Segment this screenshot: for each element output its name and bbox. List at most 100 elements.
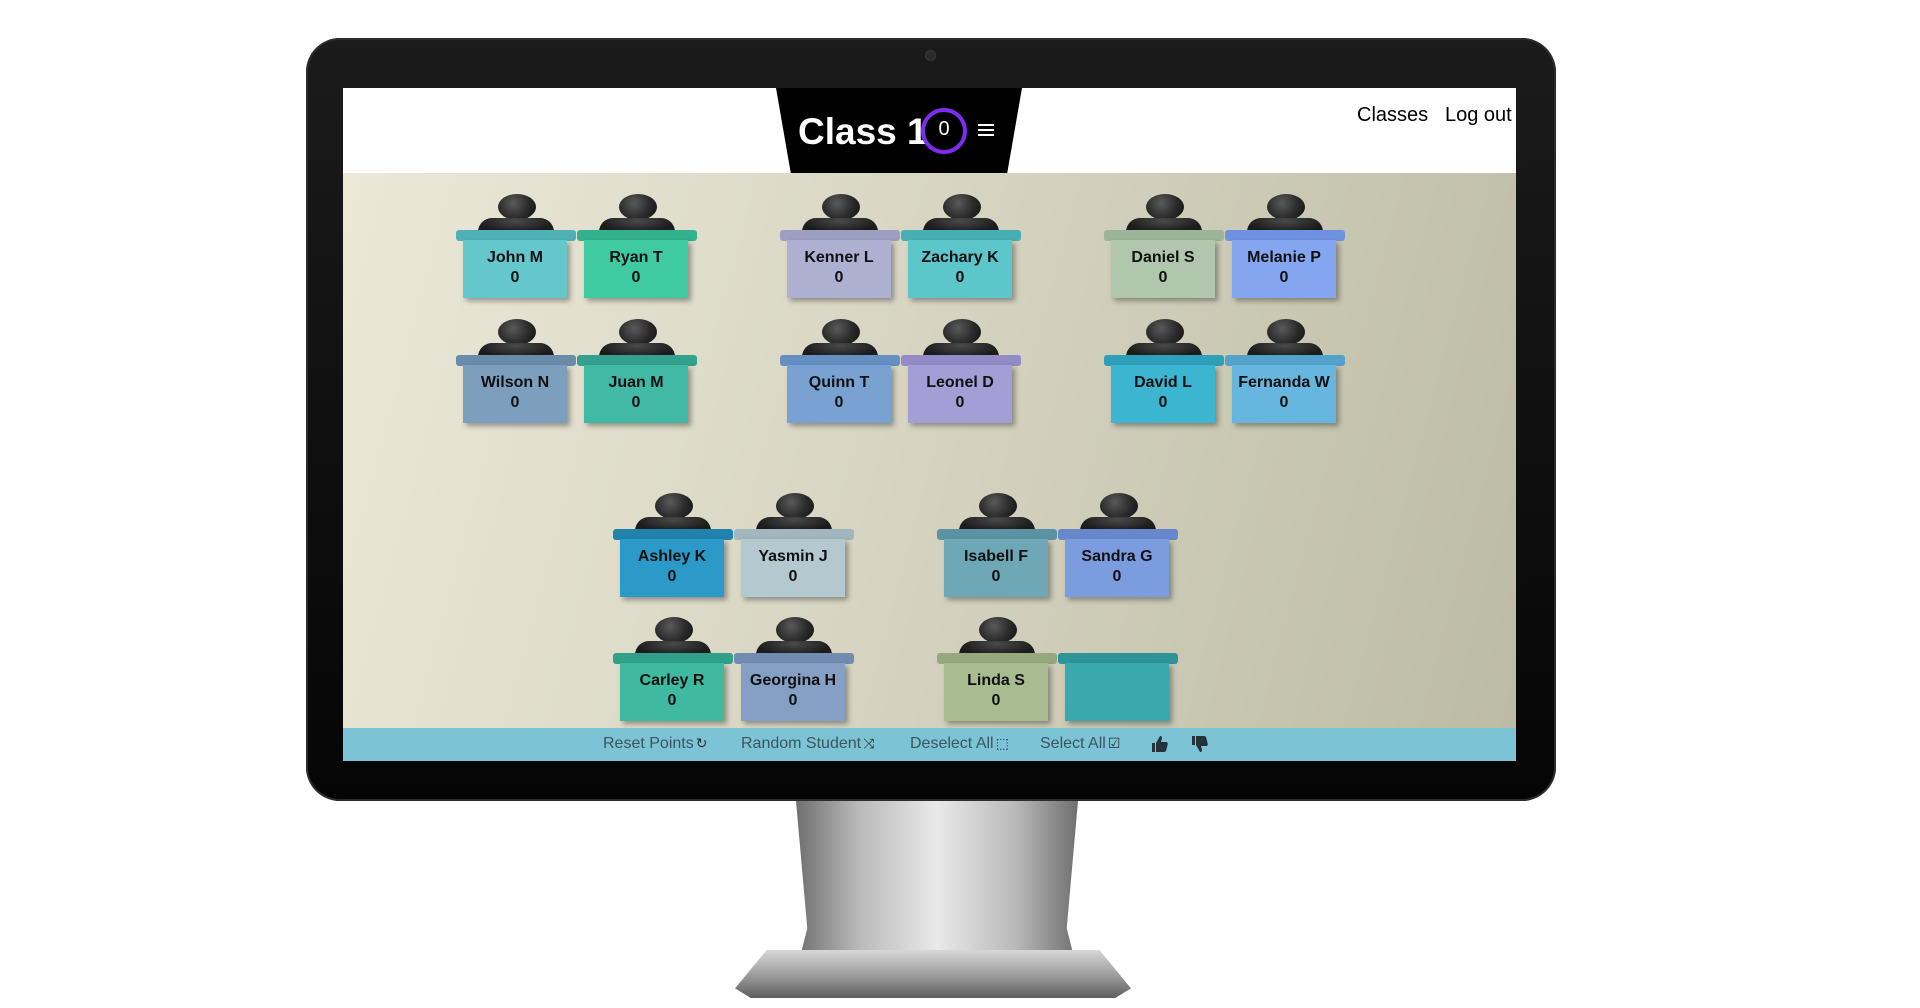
desk-front: Linda S 0 <box>944 663 1048 721</box>
thumbs-down-icon[interactable] <box>1190 734 1210 754</box>
student-points: 0 <box>991 568 1001 585</box>
empty-desk[interactable] <box>1058 617 1178 727</box>
student-desk[interactable]: Sandra G 0 <box>1058 493 1178 603</box>
webcam <box>926 51 935 60</box>
student-name: Isabell F <box>963 548 1029 565</box>
student-desk[interactable]: Isabell F 0 <box>937 493 1057 603</box>
desk-front <box>1065 663 1169 721</box>
select-all-label: Select All <box>1040 735 1106 752</box>
student-avatar-head <box>979 617 1017 643</box>
desk-front: Sandra G 0 <box>1065 539 1169 597</box>
student-desk[interactable]: David L 0 <box>1104 319 1224 429</box>
student-avatar-head <box>619 194 657 220</box>
monitor-stand-base <box>735 950 1131 998</box>
student-points: 0 <box>1279 394 1289 411</box>
student-desk[interactable]: Linda S 0 <box>937 617 1057 727</box>
student-avatar-head <box>979 493 1017 519</box>
student-points: 0 <box>631 394 641 411</box>
student-desk[interactable]: John M 0 <box>456 194 576 304</box>
student-points: 0 <box>1158 269 1168 286</box>
desk-front: Quinn T 0 <box>787 365 891 423</box>
shuffle-icon: ⤨ <box>863 735 875 751</box>
monitor-stand-neck <box>796 801 1078 973</box>
desk-front: Zachary K 0 <box>908 240 1012 298</box>
student-avatar-head <box>776 617 814 643</box>
student-name: Georgina H <box>749 672 837 689</box>
desk-front: Leonel D 0 <box>908 365 1012 423</box>
class-title-tab: Class 1 0 <box>776 88 1022 173</box>
student-avatar-head <box>943 194 981 220</box>
deselect-all-label: Deselect All <box>910 735 994 752</box>
student-name: Wilson N <box>480 374 550 391</box>
deselect-icon: ⬚ <box>995 735 1009 751</box>
student-points: 0 <box>955 394 965 411</box>
hamburger-menu-icon[interactable] <box>978 124 994 136</box>
student-name: Leonel D <box>926 374 994 391</box>
student-name: Fernanda W <box>1238 374 1330 391</box>
nav-logout-link[interactable]: Log out <box>1445 104 1512 127</box>
student-points: 0 <box>631 269 641 286</box>
random-student-button[interactable]: Random Student ⤨ <box>741 735 874 753</box>
student-avatar-head <box>1146 319 1184 345</box>
student-points: 0 <box>510 394 520 411</box>
student-avatar-head <box>655 617 693 643</box>
student-desk[interactable]: Melanie P 0 <box>1225 194 1345 304</box>
student-desk[interactable]: Yasmin J 0 <box>734 493 854 603</box>
desk-front: John M 0 <box>463 240 567 298</box>
deselect-all-button[interactable]: Deselect All ⬚ <box>910 735 1009 753</box>
top-bar: Class 1 0 Classes Log out <box>343 88 1516 173</box>
class-points-badge[interactable]: 0 <box>921 108 967 154</box>
student-name: Daniel S <box>1131 249 1195 266</box>
student-name: Carley R <box>639 672 705 689</box>
class-title: Class 1 <box>798 111 928 152</box>
student-desk[interactable]: Georgina H 0 <box>734 617 854 727</box>
student-points: 0 <box>1279 269 1289 286</box>
reset-points-button[interactable]: Reset Points ↻ <box>603 735 707 753</box>
student-points: 0 <box>510 269 520 286</box>
student-desk[interactable]: Ashley K 0 <box>613 493 733 603</box>
student-desk[interactable]: Fernanda W 0 <box>1225 319 1345 429</box>
desk-front: Fernanda W 0 <box>1232 365 1336 423</box>
desk-front: David L 0 <box>1111 365 1215 423</box>
nav-classes-link[interactable]: Classes <box>1357 104 1428 127</box>
student-desk[interactable]: Leonel D 0 <box>901 319 1021 429</box>
desk-front: Kenner L 0 <box>787 240 891 298</box>
desk-front: Ashley K 0 <box>620 539 724 597</box>
student-avatar-head <box>498 319 536 345</box>
student-name: Ryan T <box>609 249 663 266</box>
checkbox-icon: ☑ <box>1107 735 1121 751</box>
student-avatar-head <box>619 319 657 345</box>
student-points: 0 <box>991 692 1001 709</box>
student-name: John M <box>487 249 543 266</box>
student-avatar-head <box>1100 493 1138 519</box>
student-avatar-head <box>776 493 814 519</box>
student-desk[interactable]: Juan M 0 <box>577 319 697 429</box>
student-desk[interactable]: Quinn T 0 <box>780 319 900 429</box>
student-points: 0 <box>834 269 844 286</box>
desk-front: Wilson N 0 <box>463 365 567 423</box>
student-name: Juan M <box>608 374 664 391</box>
student-name: Sandra G <box>1081 548 1153 565</box>
student-desk[interactable]: Carley R 0 <box>613 617 733 727</box>
reset-points-label: Reset Points <box>603 735 694 752</box>
student-points: 0 <box>788 568 798 585</box>
student-desk[interactable]: Zachary K 0 <box>901 194 1021 304</box>
student-avatar-head <box>498 194 536 220</box>
select-all-button[interactable]: Select All ☑ <box>1040 735 1120 753</box>
student-desk[interactable]: Daniel S 0 <box>1104 194 1224 304</box>
student-name: Ashley K <box>637 548 707 565</box>
student-name: Linda S <box>967 672 1025 689</box>
random-student-label: Random Student <box>741 735 862 752</box>
student-avatar-head <box>822 319 860 345</box>
student-desk[interactable]: Ryan T 0 <box>577 194 697 304</box>
student-avatar-head <box>1267 319 1305 345</box>
thumbs-up-icon[interactable] <box>1150 734 1170 754</box>
student-desk[interactable]: Wilson N 0 <box>456 319 576 429</box>
student-name: Quinn T <box>808 374 870 391</box>
app-screen: Class 1 0 Classes Log out John M 0 Ryan T 0… <box>343 88 1516 761</box>
student-points: 0 <box>667 568 677 585</box>
student-points: 0 <box>834 394 844 411</box>
classroom-seating-area: John M 0 Ryan T 0 Kenner L 0 Zachary K 0 Daniel … <box>343 173 1516 728</box>
student-desk[interactable]: Kenner L 0 <box>780 194 900 304</box>
desk-front: Melanie P 0 <box>1232 240 1336 298</box>
